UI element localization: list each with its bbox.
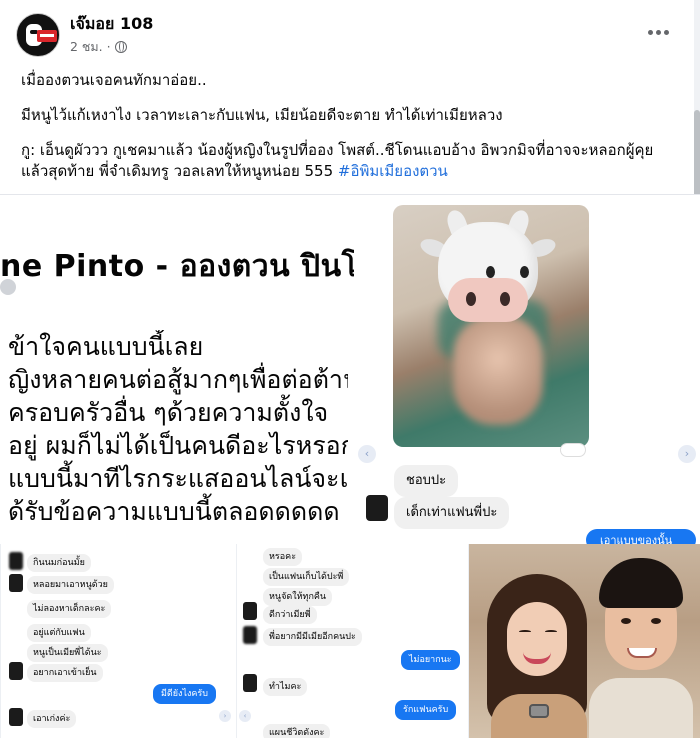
chat-panel: ‹ › ชอบปะ เด็กเท่าแฟนพี่ปะ เอาแบบของนั้น (354, 195, 700, 551)
chat-message: เด็กเท่าแฟนพี่ปะ (394, 497, 510, 529)
screenshot-line: ข้าใจคนแบบนี้เลย (8, 332, 204, 361)
cow-emoji-icon (418, 207, 558, 330)
post-line-2: มีหนูไว้แก้เหงาไง เวลาทะเลาะกับแฟน, เมีย… (21, 106, 503, 124)
screenshot-globe-icon (0, 279, 16, 295)
chat-message: พี่อยากมีมีเมียอีกคนปะ (263, 628, 362, 646)
chat-next-arrow-icon[interactable]: › (219, 710, 231, 722)
screenshot-text-lines: ข้าใจคนแบบนี้เลย ญิงหลายคนต่อสู้มากๆเพื่… (8, 330, 348, 528)
photo-man (589, 558, 693, 738)
post-meta: 2 ชม. · (70, 37, 153, 57)
blurred-body (453, 315, 543, 425)
chat-message: เอาเก่งค่ะ (27, 710, 77, 728)
chat-avatar (243, 602, 257, 620)
chat-photo (393, 205, 589, 447)
post-image-collage[interactable]: ne Pinto - อองตวน ปินโต ข้าใจคนแบบนี้เลย… (0, 194, 700, 738)
chat-prev-arrow-icon[interactable]: ‹ (239, 710, 251, 722)
chat-message: แผนชีวิตดังคะ (263, 724, 331, 738)
chat-reply-bubble: รักแฟนครับ (395, 700, 457, 720)
chat-message: อยากเอาเข้าเย็น (27, 664, 103, 682)
chat-avatar (9, 662, 23, 680)
chat-reply-bubble: มีดียังไงครับ (153, 684, 216, 704)
screenshot-line: ด้รับข้อความแบบนี้ตลอดดดดด สรุ (8, 497, 348, 526)
chat-avatar (9, 552, 23, 570)
chat-reply-bubble: ไม่อยากนะ (401, 650, 460, 670)
avatar-tag (37, 30, 57, 42)
chat-message: ชอบปะ (394, 465, 459, 497)
screenshot-line: แบบนี้มาทีไรกระแสออนไลน์จะแรง (8, 464, 348, 493)
chat-avatar (9, 574, 23, 592)
more-icon (647, 29, 653, 35)
chat-screenshot-1: กินนมก่อนมั้ย หลอยมาเอาหนูด้วย ไม่ลองหาเ… (0, 544, 234, 738)
chat-message: กินนมก่อนมั้ย (27, 554, 91, 572)
chat-next-arrow-icon[interactable]: › (678, 445, 696, 463)
post-line-1: เมื่อองตวนเจอคนทักมาอ่อย.. (21, 71, 207, 89)
header-text: เจ๊มอย 108 2 ชม. · (70, 14, 153, 57)
meta-separator: · (106, 39, 111, 54)
page-name[interactable]: เจ๊มอย 108 (70, 14, 153, 34)
chat-screenshot-2: หรอคะ เป็นแฟนเก็บได้ปะพี่ หนูจัดให้ทุกคื… (236, 544, 466, 738)
screenshot-line: ญิงหลายคนต่อสู้มากๆเพื่อต่อต้านเ (8, 365, 348, 394)
chat-avatar (366, 495, 388, 521)
screenshot-bottom-row: กินนมก่อนมั้ย หลอยมาเอาหนูด้วย ไม่ลองหาเ… (0, 544, 700, 738)
post-text: เมื่อองตวนเจอคนทักมาอ่อย.. มีหนูไว้แก้เห… (21, 70, 681, 182)
chat-message: ทำไมคะ (263, 678, 308, 696)
reaction-icon (560, 443, 586, 457)
post-time[interactable]: 2 ชม. (70, 37, 103, 57)
chat-message: อยู่แต่กับแฟน (27, 624, 91, 642)
hashtag-link[interactable]: #อิพิมเมียองตวน (338, 162, 448, 180)
screenshot-top: ne Pinto - อองตวน ปินโต ข้าใจคนแบบนี้เลย… (0, 194, 700, 551)
more-options-button[interactable] (646, 22, 670, 42)
chat-message: หนูจัดให้ทุกคืน (263, 588, 333, 606)
screenshot-profile-name: ne Pinto - อองตวน ปินโต (0, 243, 413, 290)
chat-prev-arrow-icon[interactable]: ‹ (358, 445, 376, 463)
watch (529, 704, 549, 718)
page-avatar[interactable] (16, 13, 60, 57)
chat-avatar (243, 626, 257, 644)
couple-photo (468, 544, 700, 738)
chat-message: หรอคะ (263, 548, 303, 566)
screenshot-line: ครอบครัวอื่น ๆด้วยความตั้งใจ (8, 398, 329, 427)
post-header: เจ๊มอย 108 2 ชม. · (16, 10, 153, 60)
chat-message: หลอยมาเอาหนูด้วย (27, 576, 114, 594)
chat-message: ดีกว่าเมียพี่ (263, 606, 317, 624)
chat-message: เป็นแฟนเก็บได้ปะพี่ (263, 568, 350, 586)
screenshot-profile-name-text: ne Pinto - อองตวน ปินโต (0, 249, 379, 284)
chat-message: หนูเป็นเมียพี่ได้นะ (27, 644, 108, 662)
chat-message: ไม่ลองหาเด็กละคะ (27, 600, 112, 618)
post-line-3: กู: เอ็นดูผัววว กูเชคมาแล้ว น้องผู้หญิงใ… (21, 140, 681, 182)
screenshot-line: อยู่ ผมก็ไม่ได้เป็นคนดีอะไรหรอกแ (8, 431, 348, 460)
chat-avatar (243, 674, 257, 692)
globe-icon (114, 40, 127, 53)
chat-avatar (9, 708, 23, 726)
